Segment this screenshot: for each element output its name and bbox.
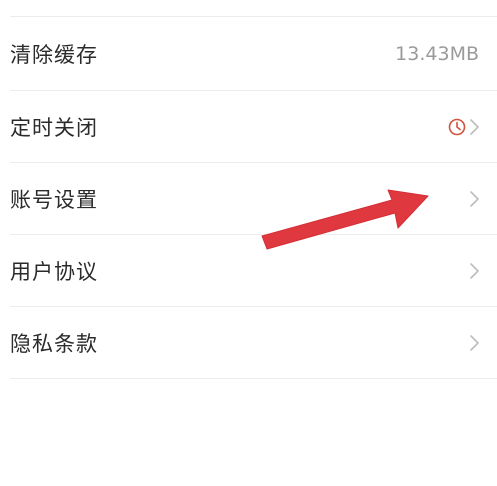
timed-close-label: 定时关闭 (10, 116, 98, 140)
chevron-right-icon (470, 335, 479, 351)
clear-cache-label: 清除缓存 (10, 43, 98, 67)
settings-row-account-settings[interactable]: 账号设置 (0, 163, 497, 235)
settings-row-privacy-terms[interactable]: 隐私条款 (0, 307, 497, 379)
privacy-terms-label: 隐私条款 (10, 332, 98, 356)
cache-size-value: 13.43MB (395, 43, 479, 65)
user-agreement-label: 用户协议 (10, 260, 98, 284)
settings-row-user-agreement[interactable]: 用户协议 (0, 235, 497, 307)
account-settings-label: 账号设置 (10, 188, 98, 212)
clock-icon (448, 118, 466, 136)
chevron-right-icon (470, 191, 479, 207)
chevron-right-icon (470, 119, 479, 135)
settings-row-timed-close[interactable]: 定时关闭 (0, 91, 497, 163)
divider (10, 378, 497, 379)
divider (10, 16, 497, 17)
settings-row-clear-cache[interactable]: 清除缓存 13.43MB (0, 18, 497, 90)
chevron-right-icon (470, 263, 479, 279)
